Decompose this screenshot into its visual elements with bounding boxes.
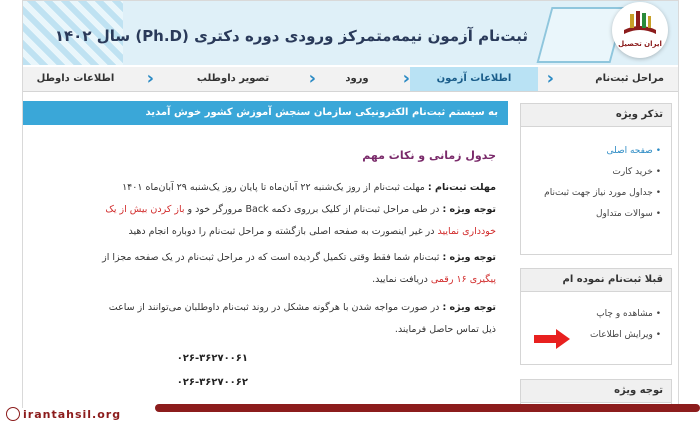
chevron-icon: ‹ (546, 68, 554, 89)
sidebar-item-buy-card[interactable]: • خرید کارت (521, 162, 671, 183)
note3-continuation: ذیل تماس حاصل فرمایند. (395, 323, 496, 337)
note1-continuation: خودداری نمایید در غیر اینصورت به صفحه اص… (129, 225, 496, 239)
note-text: در طی مراحل ثبت‌نام از کلیک برروی دکمه B… (187, 204, 440, 215)
chevron-icon: ‹ (402, 68, 410, 89)
note-highlight: خودداری نمایید (437, 226, 496, 237)
note-label: توجه ویژه : (442, 302, 496, 313)
phone-number: ۰۲۶-۳۶۲۷۰۰۶۱ (176, 353, 248, 364)
note-text: دریافت نمایید. (372, 274, 428, 285)
nav-item-login[interactable]: ورود (332, 67, 382, 91)
footer-site-label: irantahsil.org (23, 408, 122, 421)
note3-paragraph: توجه ویژه : در صورت مواجه شدن با هرگونه … (109, 301, 496, 315)
logo-text: ایران تحصیل (618, 40, 662, 48)
sidebar-item-label: سوالات متداول (596, 209, 653, 219)
note2-continuation: پیگیری ۱۶ رقمی دریافت نمایید. (372, 273, 496, 287)
deadline-paragraph: مهلت ثبت‌نام : مهلت ثبت‌نام از روز یک‌شن… (122, 181, 496, 195)
browser-frame: ثبت‌نام آزمون نیمه‌متمرکز ورودی دوره دکت… (22, 0, 679, 410)
sidebar-item-label: ویرایش اطلاعات (590, 330, 653, 340)
note-text: در غیر اینصورت به صفحه اصلی بازگشته و مر… (128, 226, 435, 237)
pointer-arrow-icon (534, 329, 570, 349)
note-highlight: باز کردن بیش از یک (105, 204, 185, 215)
nav-item-label: ورود (345, 73, 369, 84)
sidebar-item-label: صفحه اصلی (606, 146, 653, 156)
nav-item-registration-steps[interactable]: مراحل ثبت‌نام (558, 67, 678, 91)
main-content: جدول زمانی و نکات مهم مهلت ثبت‌نام : مهل… (23, 141, 508, 409)
book-icon (624, 11, 656, 34)
sidebar-box-notice: تذکر ویژه • صفحه اصلی • خرید کارت • جداو… (520, 103, 672, 255)
nav-item-label: اطلاعات داوطل (36, 73, 115, 84)
page-title: ثبت‌نام آزمون نیمه‌متمرکز ورودی دوره دکت… (54, 27, 528, 45)
sidebar-box-title: توجه ویژه (521, 380, 671, 403)
sidebar-item-home[interactable]: • صفحه اصلی (521, 141, 671, 162)
note-label: توجه ویژه : (442, 204, 496, 215)
welcome-banner: به سیستم ثبت‌نام الکترونیکی سازمان سنجش … (23, 101, 508, 125)
sidebar-item-label: جداول مورد نیاز جهت ثبت‌نام (544, 188, 653, 198)
sidebar-box-title: تذکر ویژه (521, 104, 671, 127)
chevron-icon: ‹ (146, 68, 154, 89)
sidebar-box-title: قبلا ثبت‌نام نموده ام (521, 269, 671, 292)
note2-paragraph: توجه ویژه : ثبت‌نام شما فقط وقتی تکمیل گ… (102, 251, 496, 265)
sidebar-item-view-print[interactable]: • مشاهده و چاپ (521, 304, 671, 325)
note-text: ذیل تماس حاصل فرمایند. (394, 324, 496, 335)
deadline-text: مهلت ثبت‌نام از روز یک‌شنبه ۲۲ آبان‌ماه … (122, 182, 425, 193)
nav-item-label: مراحل ثبت‌نام (595, 73, 664, 84)
deadline-label: مهلت ثبت‌نام : (427, 182, 496, 193)
nav-item-exam-info[interactable]: اطلاعات آزمون (410, 67, 538, 91)
globe-icon (6, 407, 20, 421)
irantahsil-logo: ایران تحصیل (612, 2, 668, 58)
nav-item-label: اطلاعات آزمون (436, 73, 512, 84)
chevron-icon: ‹ (308, 68, 316, 89)
note-text: در صورت مواجه شدن با هرگونه مشکل در روند… (108, 302, 440, 313)
nav-item-label: تصویر داوطلب (196, 73, 270, 84)
sidebar-item-label: مشاهده و چاپ (596, 309, 653, 319)
sidebar-item-faq[interactable]: • سوالات متداول (521, 204, 671, 225)
top-nav: مراحل ثبت‌نام ‹ اطلاعات آزمون ‹ ورود ‹ ت… (23, 67, 678, 92)
nav-item-candidate-info[interactable]: اطلاعات داوطل (23, 67, 128, 91)
header-banner: ثبت‌نام آزمون نیمه‌متمرکز ورودی دوره دکت… (23, 1, 678, 65)
footer-site[interactable]: irantahsil.org (6, 404, 121, 426)
section-title: جدول زمانی و نکات مهم (362, 149, 496, 162)
phone-number: ۰۲۶-۳۶۲۷۰۰۶۲ (176, 377, 248, 388)
sidebar-item-label: خرید کارت (612, 167, 653, 177)
note1-paragraph: توجه ویژه : در طی مراحل ثبت‌نام از کلیک … (105, 203, 496, 217)
note-text: ثبت‌نام شما فقط وقتی تکمیل گردیده است که… (102, 252, 440, 263)
footer-line (155, 404, 700, 412)
sidebar-item-required-tables[interactable]: • جداول مورد نیاز جهت ثبت‌نام (521, 183, 671, 204)
nav-item-candidate-photo[interactable]: تصویر داوطلب (188, 67, 278, 91)
note-highlight: پیگیری ۱۶ رقمی (430, 274, 496, 285)
note-label: توجه ویژه : (442, 252, 496, 263)
